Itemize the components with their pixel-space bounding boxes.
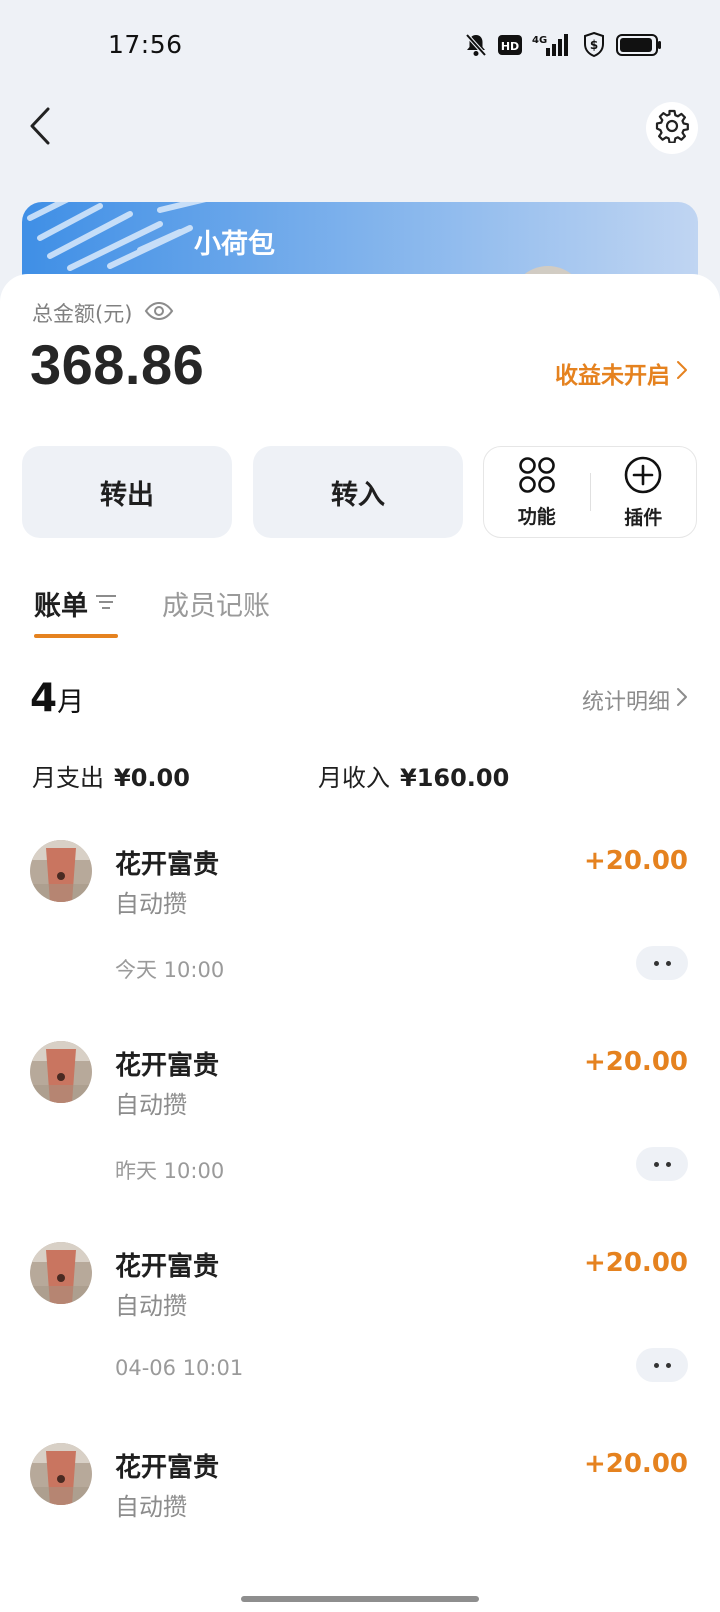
bill-subtitle: 自动攒 xyxy=(115,1292,187,1320)
bill-title: 花开富贵 xyxy=(115,1252,220,1282)
bill-subtitle: 自动攒 xyxy=(115,1091,187,1119)
total-label: 总金额(元) xyxy=(32,302,133,326)
bill-time: 今天 10:00 xyxy=(115,958,225,982)
back-button[interactable] xyxy=(20,102,60,154)
dot-icon xyxy=(653,1362,659,1368)
bill-amount: +20.00 xyxy=(583,1248,688,1278)
bill-list: 花开富贵 自动攒 +20.00 今天 10:00 花开富贵 自动攒 +20.00… xyxy=(0,840,720,1612)
avatar xyxy=(30,840,92,902)
filter-icon[interactable] xyxy=(94,588,118,619)
functions-button[interactable]: 功能 xyxy=(484,447,590,537)
tab-bar: 账单 成员记账 xyxy=(34,584,270,644)
dot-icon xyxy=(665,960,671,966)
dot-icon xyxy=(665,1161,671,1167)
more-button[interactable] xyxy=(636,946,688,980)
svg-text:$: $ xyxy=(590,38,598,52)
total-amount: 368.86 xyxy=(30,333,205,396)
bill-subtitle: 自动攒 xyxy=(115,890,187,918)
earnings-link[interactable]: 收益未开启 xyxy=(555,356,688,390)
hd-icon: HD xyxy=(498,35,522,55)
settings-button[interactable] xyxy=(646,102,698,154)
dot-icon xyxy=(653,960,659,966)
avatar xyxy=(30,1242,92,1304)
bill-item[interactable]: 花开富贵 自动攒 +20.00 昨天 10:00 xyxy=(0,1041,720,1242)
bill-amount: +20.00 xyxy=(583,846,688,876)
earnings-label: 收益未开启 xyxy=(555,363,670,389)
functions-label: 功能 xyxy=(517,505,556,528)
bill-amount: +20.00 xyxy=(583,1047,688,1077)
month-income-value: ¥160.00 xyxy=(400,764,510,792)
bill-item[interactable]: 花开富贵 自动攒 +20.00 04-06 10:01 xyxy=(0,1242,720,1443)
tab-active-indicator xyxy=(34,634,118,638)
month-expense: 月支出 ¥0.00 xyxy=(32,758,190,793)
eye-icon[interactable] xyxy=(144,301,174,325)
month-income-label: 月收入 xyxy=(318,764,390,792)
month-expense-label: 月支出 xyxy=(32,764,104,792)
four-circles-icon xyxy=(518,456,556,498)
tab-members-label: 成员记账 xyxy=(162,591,270,622)
shield-dollar-icon: $ xyxy=(582,32,606,58)
more-button[interactable] xyxy=(636,1147,688,1181)
plus-circle-icon xyxy=(623,455,663,499)
transfer-in-button[interactable]: 转入 xyxy=(253,446,463,538)
bill-item[interactable]: 花开富贵 自动攒 +20.00 xyxy=(0,1443,720,1612)
avatar xyxy=(30,1041,92,1103)
plugins-label: 插件 xyxy=(624,506,663,529)
month-number: 4 xyxy=(30,676,58,721)
wallet-avatar-scribble xyxy=(27,202,207,271)
tab-bills-label: 账单 xyxy=(34,591,88,622)
more-button[interactable] xyxy=(636,1348,688,1382)
month-unit: 月 xyxy=(57,687,85,718)
wallet-name: 小荷包 xyxy=(194,229,275,260)
bill-time: 昨天 10:00 xyxy=(115,1159,225,1183)
plugins-button[interactable]: 插件 xyxy=(591,447,697,537)
status-icons: HD 4G $ xyxy=(464,30,662,60)
gear-icon xyxy=(655,109,689,147)
stats-detail-link[interactable]: 统计明细 xyxy=(582,684,688,716)
chevron-right-icon xyxy=(676,360,688,386)
stats-detail-label: 统计明细 xyxy=(581,690,670,715)
month-title: 4月 xyxy=(30,676,84,721)
tab-bills[interactable]: 账单 xyxy=(34,584,118,638)
bill-amount: +20.00 xyxy=(583,1449,688,1479)
bill-time: 04-06 10:01 xyxy=(115,1356,244,1380)
bill-item[interactable]: 花开富贵 自动攒 +20.00 今天 10:00 xyxy=(0,840,720,1041)
svg-text:4G: 4G xyxy=(532,35,547,46)
bill-subtitle: 自动攒 xyxy=(115,1493,187,1521)
avatar xyxy=(30,1443,92,1505)
month-income: 月收入 ¥160.00 xyxy=(318,758,509,793)
dot-icon xyxy=(665,1362,671,1368)
signal-icon: 4G xyxy=(532,32,572,58)
svg-text:HD: HD xyxy=(501,40,519,53)
chevron-left-icon xyxy=(28,106,52,150)
chevron-right-icon xyxy=(676,687,688,713)
bill-title: 花开富贵 xyxy=(115,1051,220,1081)
month-expense-value: ¥0.00 xyxy=(114,764,190,792)
total-label-row: 总金额(元) xyxy=(32,298,174,328)
bill-title: 花开富贵 xyxy=(115,850,220,880)
tab-members[interactable]: 成员记账 xyxy=(162,584,270,623)
home-indicator[interactable] xyxy=(241,1596,479,1602)
battery-icon xyxy=(616,34,662,56)
bell-muted-icon xyxy=(464,32,488,58)
status-time: 17:56 xyxy=(108,30,183,59)
transfer-out-button[interactable]: 转出 xyxy=(22,446,232,538)
main-sheet: 总金额(元) 368.86 收益未开启 转出 转入 功能 插件 账单 成员记账 … xyxy=(0,274,720,1612)
bill-title: 花开富贵 xyxy=(115,1453,220,1483)
status-bar: 17:56 HD 4G $ xyxy=(0,0,720,90)
tools-box: 功能 插件 xyxy=(483,446,697,538)
dot-icon xyxy=(653,1161,659,1167)
